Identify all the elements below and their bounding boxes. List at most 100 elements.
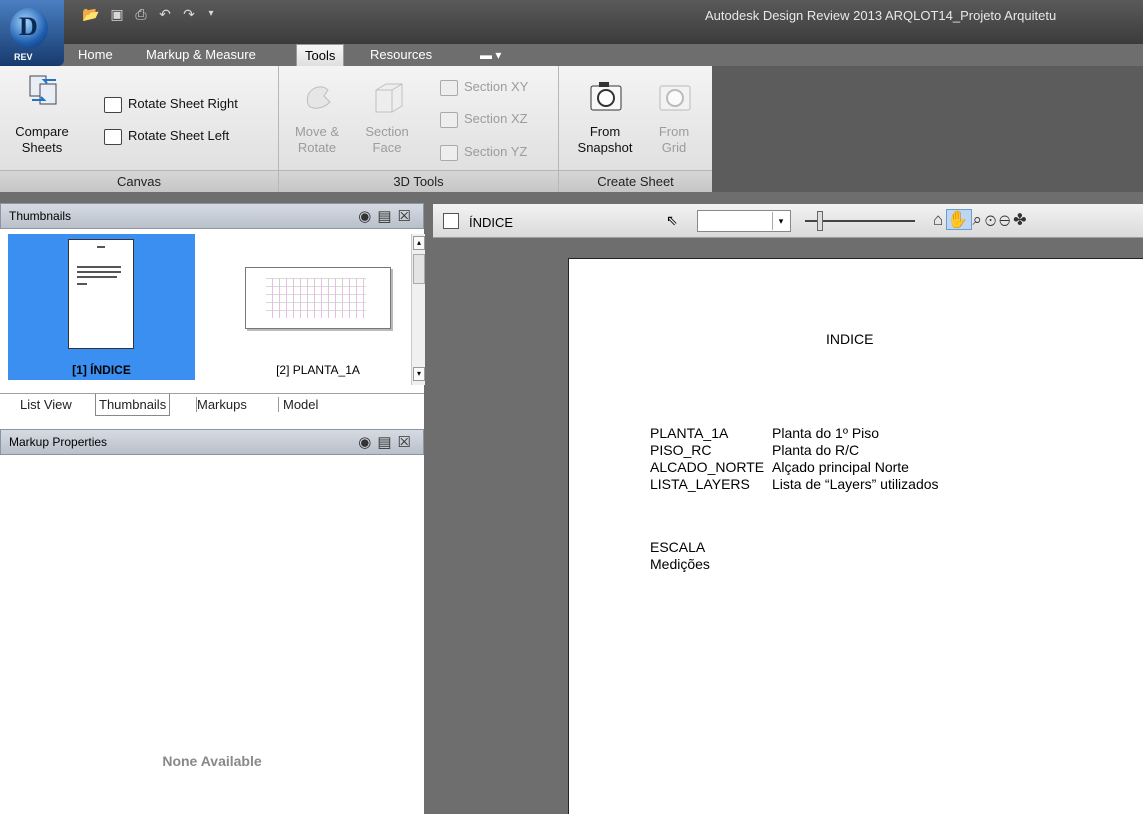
index-row: PLANTA_1A Planta do 1º Piso [650,425,879,442]
thumbnail-label-2[interactable]: [2] PLANTA_1A [228,363,408,377]
sheet-heading: INDICE [826,331,874,347]
app-badge: REV [14,52,33,62]
thumbnails-title: Thumbnails [9,209,72,223]
index-desc: Planta do R/C [772,442,860,458]
tab-markups[interactable]: Markups [196,397,247,412]
tab-list-view[interactable]: List View [20,397,72,412]
tab-model[interactable]: Model [278,397,318,412]
index-name: PISO_RC [650,442,712,458]
section-face-button[interactable]: Section Face [360,124,414,156]
rotate-sheet-left-button[interactable]: Rotate Sheet Left [104,126,229,146]
rotate-right-icon [104,96,122,113]
open-icon[interactable]: 📂 [82,6,100,22]
document-icon [443,213,459,229]
app-logo-icon: D [10,8,48,48]
application-menu-button[interactable]: D REV [0,0,64,66]
sheet-footer-line: ESCALA [650,539,706,555]
orbit-icon[interactable]: ✤ [1013,210,1029,229]
from-snapshot-button[interactable]: From Snapshot [570,124,640,156]
tab-extra-dropdown[interactable]: ▬ ▾ [480,44,501,66]
compare-sheets-button[interactable]: Compare Sheets [12,124,72,156]
panel-view-tabs: List View Thumbnails Markups Model [0,393,424,417]
markup-properties-header: Markup Properties ◉▤☒ [0,429,424,455]
index-desc: Lista de “Layers” utilizados [772,476,939,492]
snapshot-camera-icon [587,78,627,114]
tab-resources[interactable]: Resources [362,44,440,66]
close-icon[interactable]: ☒ [398,208,417,225]
floor-plan-preview [266,278,366,318]
sheet-footer-line: Medições [650,556,710,572]
rotate-left-label: Rotate Sheet Left [128,128,230,143]
navigation-tools[interactable]: ⌂✋⌕⊙⊖✤ [933,209,1030,230]
close-icon[interactable]: ☒ [398,434,417,451]
redo-icon[interactable]: ↷ [180,6,198,22]
tab-tools[interactable]: Tools [296,44,345,66]
panel-label-3d-tools: 3D Tools [279,170,558,192]
thumbnail-page-preview [68,239,134,349]
thumbnails-header: Thumbnails ◉▤☒ [0,203,424,229]
dock-icon[interactable]: ▤ [377,434,397,451]
print-icon[interactable]: ⎙ [132,6,150,22]
pane-controls[interactable]: ◉▤☒ [358,433,417,451]
grid-camera-icon [656,78,696,114]
pan-hand-icon[interactable]: ✋ [946,209,973,230]
section-face-icon [370,80,406,114]
pin-icon[interactable]: ◉ [358,434,377,451]
index-desc: Planta do 1º Piso [772,425,880,441]
home-icon[interactable]: ⌂ [933,210,946,229]
window-title: Autodesk Design Review 2013 ARQLOT14_Pro… [705,8,1057,23]
from-grid-button[interactable]: From Grid [646,124,702,156]
qat-dropdown-icon[interactable]: ▾ [202,6,220,22]
scroll-down-icon[interactable]: ▾ [413,367,425,381]
index-row: ALCADO_NORTE Alçado principal Norte [650,459,909,476]
section-xy-button[interactable]: Section XY [440,77,528,97]
pin-icon[interactable]: ◉ [358,208,377,225]
dock-icon[interactable]: ▤ [377,208,397,225]
left-pane: Thumbnails ◉▤☒ [1] ÍNDICE [2] PLANTA_1A … [0,203,425,814]
panel-label-create-sheet: Create Sheet [559,170,712,192]
tab-thumbnails[interactable]: Thumbnails [95,394,171,416]
thumbnail-label-1[interactable]: [1] ÍNDICE [8,363,195,377]
index-name: ALCADO_NORTE [650,459,765,475]
section-xz-icon [440,111,458,128]
index-row: LISTA_LAYERS Lista de “Layers” utilizados [650,476,939,493]
index-row: PISO_RC Planta do R/C [650,442,859,459]
markup-properties-empty: None Available [162,753,262,769]
tab-markup-measure[interactable]: Markup & Measure [138,44,264,66]
move-rotate-icon [300,80,336,114]
document-tab-title: ÍNDICE [469,215,514,230]
thumbnail-item-2[interactable] [245,267,391,329]
save-icon[interactable]: ▣ [108,6,126,22]
compare-sheets-icon [24,74,64,110]
section-xz-button[interactable]: Section XZ [440,109,528,129]
ribbon-empty-area [712,66,1143,192]
panel-label-canvas: Canvas [0,170,278,192]
index-desc: Alçado principal Norte [772,459,909,475]
markup-properties-title: Markup Properties [9,435,108,449]
section-yz-button[interactable]: Section YZ [440,142,527,162]
section-yz-label: Section YZ [464,144,528,159]
section-yz-icon [440,144,458,161]
zoom-slider-handle[interactable] [817,211,823,231]
zoom-rectangle-icon[interactable]: ⊙ [985,210,999,229]
rotate-right-label: Rotate Sheet Right [128,96,238,111]
zoom-select[interactable]: ▾ [697,210,791,232]
thumbnail-item-1[interactable] [8,234,195,380]
rotate-left-icon [104,128,122,145]
select-cursor-icon[interactable]: ⇖ [666,212,678,229]
tab-home[interactable]: Home [70,44,121,66]
index-name: LISTA_LAYERS [650,476,750,492]
scroll-thumb[interactable] [413,254,425,284]
fit-window-icon[interactable]: ⊖ [999,210,1013,229]
move-rotate-button[interactable]: Move & Rotate [290,124,344,156]
undo-icon[interactable]: ↶ [156,6,174,22]
view-toolbar: ÍNDICE ⇖ ▾ ⌂✋⌕⊙⊖✤ [433,204,1143,238]
ribbon: Compare Sheets Rotate Sheet Right Rotate… [0,66,712,192]
index-name: PLANTA_1A [650,425,729,441]
scroll-up-icon[interactable]: ▴ [413,236,425,250]
thumbnails-scrollbar[interactable]: ▴ ▾ [411,234,425,385]
rotate-sheet-right-button[interactable]: Rotate Sheet Right [104,94,238,114]
chevron-down-icon[interactable]: ▾ [772,212,789,230]
pane-controls[interactable]: ◉▤☒ [358,207,417,225]
zoom-icon[interactable]: ⌕ [972,210,985,229]
